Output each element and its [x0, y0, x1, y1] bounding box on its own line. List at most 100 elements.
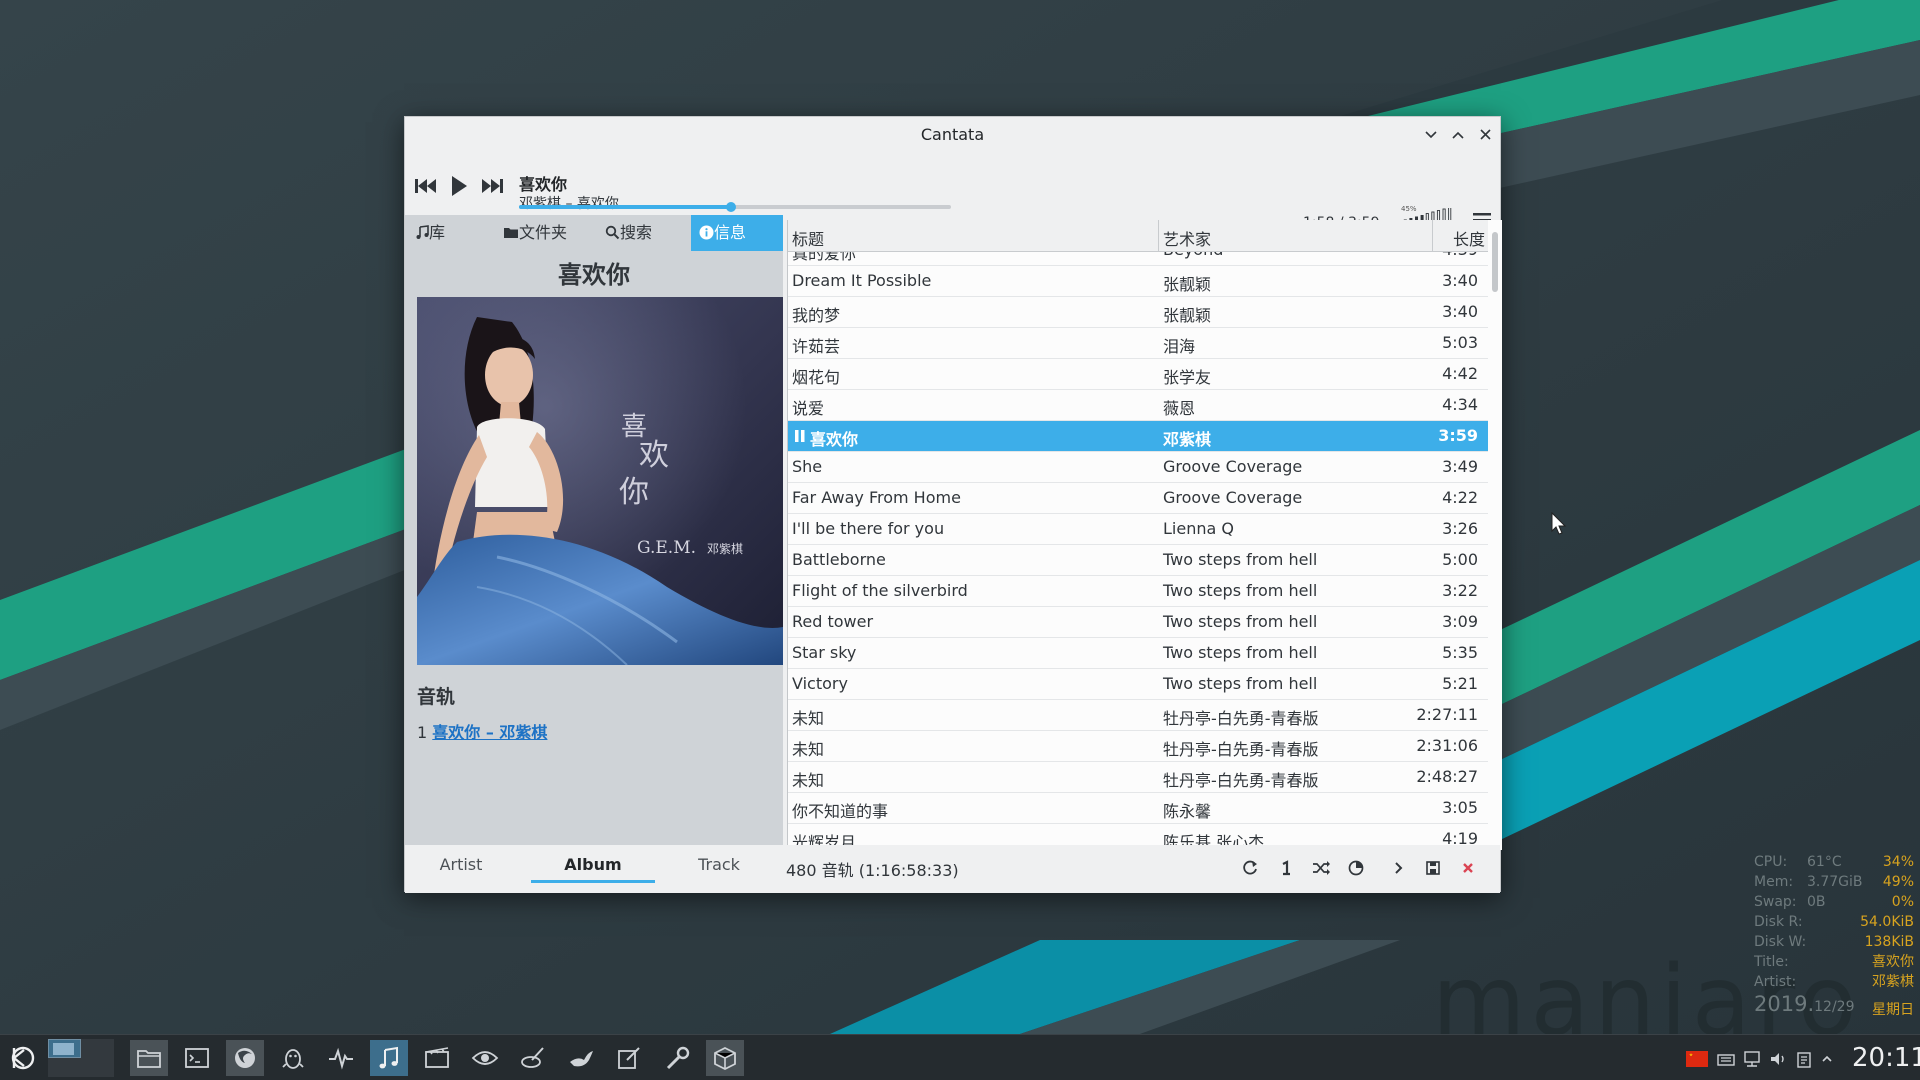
network-icon[interactable] [1742, 1050, 1762, 1068]
track-row[interactable]: Far Away From Home Groove Coverage 4:22 [788, 483, 1488, 514]
track-row[interactable]: 许茹芸 泪海 5:03 [788, 328, 1488, 359]
track-row[interactable]: She Groove Coverage 3:49 [788, 452, 1488, 483]
firefox-icon [235, 1048, 255, 1068]
track-artist: 陈永馨 [1163, 802, 1212, 821]
track-artist: 牡丹亭-白先勇-青春版 [1163, 740, 1319, 759]
desktop-4[interactable] [81, 1058, 114, 1077]
skip-back-icon [415, 179, 436, 193]
track-row[interactable]: 未知 牡丹亭-白先勇-青春版 2:48:27 [788, 762, 1488, 793]
clipboard-icon[interactable] [1794, 1050, 1814, 1068]
taskbar-paint[interactable] [514, 1040, 552, 1076]
taskbar-music-player[interactable] [370, 1040, 408, 1076]
conky-label: Swap: [1754, 894, 1797, 910]
tab-album[interactable]: Album [531, 849, 655, 883]
seek-bar[interactable] [519, 202, 951, 212]
minimize-button[interactable] [1418, 121, 1444, 147]
track-title: Victory [792, 674, 848, 693]
current-track-row[interactable]: 喜欢你 邓紫棋 3:59 [788, 421, 1488, 452]
taskbar-text-editor[interactable] [610, 1040, 648, 1076]
track-length: 3:40 [1442, 302, 1478, 321]
taskbar-qq-penguin[interactable] [274, 1040, 312, 1076]
track-row[interactable]: 说爱 薇恩 4:34 [788, 390, 1488, 421]
column-header-artist[interactable]: 艺术家 [1163, 226, 1211, 250]
repeat-button[interactable] [1239, 857, 1261, 879]
tab-track[interactable]: Track [657, 849, 781, 883]
virtual-desktop-pager[interactable] [48, 1039, 114, 1077]
tab-search[interactable]: 搜索 [605, 215, 665, 251]
desktop-1[interactable] [48, 1039, 81, 1058]
tray-expand-icon[interactable] [1820, 1050, 1834, 1068]
desktop-3[interactable] [48, 1058, 81, 1077]
eye-icon [471, 1051, 499, 1065]
conky-label: Artist: [1754, 974, 1797, 990]
maximize-button[interactable] [1445, 121, 1471, 147]
track-row[interactable]: 真的爱你 Beyond 4:39 [788, 252, 1488, 266]
track-row[interactable]: Dream It Possible 张靓颖 3:40 [788, 266, 1488, 297]
taskbar-bird[interactable] [562, 1040, 600, 1076]
track-length: 3:05 [1442, 798, 1478, 817]
taskbar-firefox[interactable] [226, 1040, 264, 1076]
column-header-length[interactable]: 长度 [1453, 226, 1485, 250]
clear-queue-button[interactable] [1457, 857, 1479, 879]
taskbar-system-monitor[interactable] [322, 1040, 360, 1076]
taskbar-package[interactable] [706, 1040, 744, 1076]
track-row[interactable]: 未知 牡丹亭-白先勇-青春版 2:31:06 [788, 731, 1488, 762]
track-row[interactable]: Flight of the silverbird Two steps from h… [788, 576, 1488, 607]
conky-label: Disk W: [1754, 934, 1807, 950]
track-row[interactable]: 烟花句 张学友 4:42 [788, 359, 1488, 390]
tab-folders[interactable]: 文件夹 [503, 215, 583, 251]
keyboard-icon[interactable] [1716, 1050, 1736, 1068]
next-track-button[interactable] [478, 171, 508, 201]
play-button[interactable] [444, 171, 474, 201]
album-cover-art: 喜 欢 你 G.E.M. 邓紫棋 [417, 297, 783, 665]
clock[interactable]: 20:11 [1852, 1043, 1920, 1073]
flag-china-icon[interactable] [1686, 1051, 1708, 1067]
title-bar[interactable]: Cantata [405, 117, 1500, 151]
single-button[interactable] [1275, 857, 1297, 879]
application-launcher[interactable] [4, 1040, 42, 1076]
seek-bar-handle[interactable] [726, 202, 736, 212]
save-button[interactable] [1422, 857, 1444, 879]
tab-artist[interactable]: Artist [399, 849, 523, 883]
system-monitor-widget: CPU: 61°C 34% Mem: 3.77GiB 49% Swap: 0B 0% Disk R… [1754, 852, 1914, 1022]
track-artist: 张靓颖 [1163, 306, 1212, 325]
track-link[interactable]: 喜欢你 – 邓紫棋 [432, 723, 547, 742]
chevron-up-icon [1452, 131, 1464, 139]
play-queue: 标题 艺术家 长度 真的爱你 Beyond 4:39 Dream It Possibl… [787, 220, 1502, 850]
track-row[interactable]: 未知 牡丹亭-白先勇-青春版 2:27:11 [788, 700, 1488, 731]
column-separator [1158, 220, 1159, 252]
cover-artist: 邓紫棋 [707, 542, 743, 556]
track-row[interactable]: 我的梦 张靓颖 3:40 [788, 297, 1488, 328]
track-row[interactable]: Red tower Two steps from hell 3:09 [788, 607, 1488, 638]
track-title: Star sky [792, 643, 857, 662]
shuffle-icon [1313, 861, 1330, 875]
track-row[interactable]: 你不知道的事 陈永馨 3:05 [788, 793, 1488, 824]
next-button[interactable] [1387, 857, 1409, 879]
taskbar-video-player[interactable] [418, 1040, 456, 1076]
consume-icon [1348, 860, 1364, 876]
track-number: 1 [417, 723, 428, 742]
search-icon [605, 225, 620, 240]
tab-info[interactable]: 信息 [691, 215, 783, 251]
column-header-title[interactable]: 标题 [792, 226, 824, 250]
track-row[interactable]: Star sky Two steps from hell 5:35 [788, 638, 1488, 669]
taskbar-eye[interactable] [466, 1040, 504, 1076]
conky-label: Disk R: [1754, 914, 1803, 930]
track-row[interactable]: Victory Two steps from hell 5:21 [788, 669, 1488, 700]
conky-row: Swap: 0B 0% [1754, 892, 1914, 912]
consume-button[interactable] [1345, 857, 1367, 879]
desktop-2[interactable] [81, 1039, 114, 1058]
shuffle-button[interactable] [1310, 857, 1332, 879]
music-player-icon [379, 1046, 398, 1069]
taskbar-settings-wrench[interactable] [658, 1040, 696, 1076]
previous-track-button[interactable] [411, 171, 441, 201]
volume-icon[interactable] [1768, 1050, 1788, 1068]
music-note-icon [416, 225, 429, 239]
taskbar-file-manager[interactable] [130, 1040, 168, 1076]
tab-library[interactable]: 库 [411, 215, 481, 251]
close-button[interactable] [1472, 121, 1498, 147]
track-row[interactable]: Battleborne Two steps from hell 5:00 [788, 545, 1488, 576]
playlist-scrollbar[interactable] [1492, 232, 1498, 292]
track-row[interactable]: I'll be there for you Lienna Q 3:26 [788, 514, 1488, 545]
taskbar-terminal[interactable] [178, 1040, 216, 1076]
